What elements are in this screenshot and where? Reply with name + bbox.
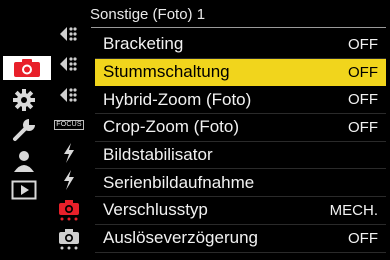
sub-page-tabs: FOCUS bbox=[52, 0, 86, 260]
menu-item-label: Crop-Zoom (Foto) bbox=[103, 117, 240, 137]
camera-menu-screen: FOCUS Sonstige (Foto) 1 Bracketing OFF S… bbox=[0, 0, 390, 260]
menu-item-bracketing[interactable]: Bracketing OFF bbox=[95, 31, 386, 59]
af-mode-icon[interactable] bbox=[56, 83, 82, 107]
flash-icon[interactable] bbox=[56, 141, 82, 165]
focus-icon[interactable]: FOCUS bbox=[54, 113, 84, 137]
menu-item-label: Serienbildaufnahme bbox=[103, 172, 255, 192]
menu-item-value: OFF bbox=[348, 91, 378, 109]
menu-item-stummschaltung[interactable]: Stummschaltung OFF bbox=[95, 58, 386, 87]
camera-icon[interactable] bbox=[3, 56, 51, 80]
camera-other-active-icon[interactable] bbox=[56, 197, 82, 221]
page-title: Sonstige (Foto) 1 bbox=[90, 6, 206, 23]
person-icon[interactable] bbox=[3, 149, 45, 173]
menu-item-label: Bracketing bbox=[103, 34, 184, 54]
header-divider bbox=[91, 27, 386, 28]
menu-item-label: Hybrid-Zoom (Foto) bbox=[103, 89, 252, 109]
menu-item-serienbildaufnahme[interactable]: Serienbildaufnahme bbox=[95, 169, 386, 198]
main-menu-tabs bbox=[0, 0, 52, 260]
menu-item-bildstabilisator[interactable]: Bildstabilisator bbox=[95, 142, 386, 170]
menu-item-crop-zoom[interactable]: Crop-Zoom (Foto) OFF bbox=[95, 114, 386, 142]
menu-item-label: Stummschaltung bbox=[103, 62, 230, 82]
menu-item-ausloeseverzoegerung[interactable]: Auslöseverzögerung OFF bbox=[95, 225, 386, 253]
menu-item-label: Bildstabilisator bbox=[103, 145, 213, 165]
camera-other-icon[interactable] bbox=[56, 226, 82, 250]
wrench-icon[interactable] bbox=[3, 118, 45, 142]
playback-icon[interactable] bbox=[3, 178, 45, 202]
menu-item-value: OFF bbox=[348, 118, 378, 136]
menu-item-value: OFF bbox=[348, 35, 378, 53]
menu-list: Bracketing OFF Stummschaltung OFF Hybrid… bbox=[95, 31, 386, 253]
menu-item-label: Auslöseverzögerung bbox=[103, 228, 258, 248]
menu-item-verschlusstyp[interactable]: Verschlusstyp MECH. bbox=[95, 197, 386, 225]
gear-icon[interactable] bbox=[3, 88, 45, 112]
menu-item-label: Verschlusstyp bbox=[103, 200, 208, 220]
af-mode-icon[interactable] bbox=[56, 52, 82, 76]
menu-item-hybrid-zoom[interactable]: Hybrid-Zoom (Foto) OFF bbox=[95, 86, 386, 115]
af-mode-icon[interactable] bbox=[56, 22, 82, 46]
focus-icon-label: FOCUS bbox=[54, 120, 84, 130]
menu-item-value: MECH. bbox=[329, 201, 378, 219]
flash-icon[interactable] bbox=[56, 168, 82, 192]
menu-item-value: OFF bbox=[348, 63, 378, 81]
menu-item-value: OFF bbox=[348, 229, 378, 247]
